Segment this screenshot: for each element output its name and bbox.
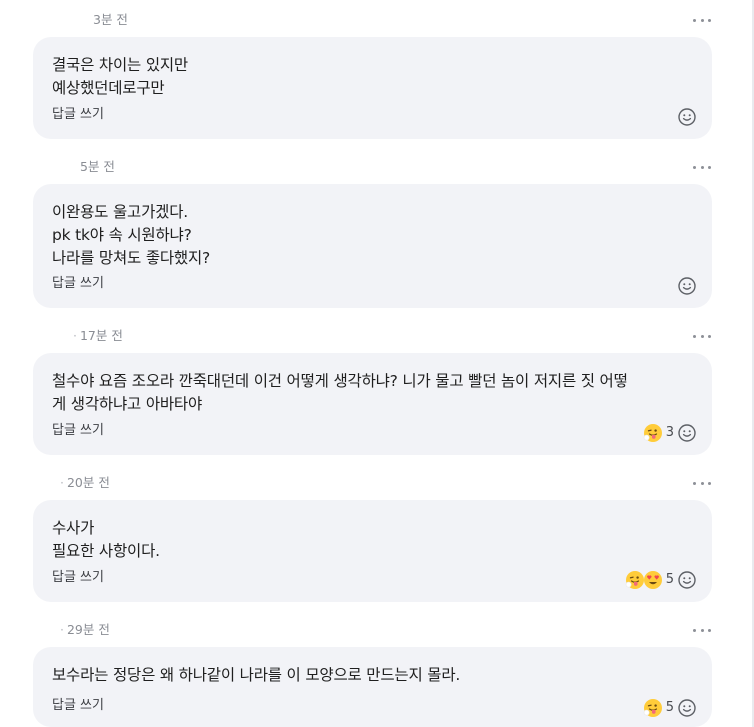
reactions xyxy=(676,275,697,297)
reactions: 5 xyxy=(625,569,697,591)
reply-button[interactable]: 답글 쓰기 xyxy=(52,569,104,587)
reactions: 3 xyxy=(643,422,697,444)
comment-item: 3분 전 결국은 차이는 있지만 예상했던데로구만 답글 쓰기 xyxy=(0,10,752,140)
tongue-face-emoji xyxy=(643,424,662,442)
comment-text: 철수야 요즘 조오라 깐죽대던데 이건 어떻게 생각하냐? 니가 물고 빨던 놈… xyxy=(52,372,628,413)
comment-time: · 29분 전 xyxy=(60,622,110,637)
add-reaction-smiley-icon[interactable] xyxy=(677,276,697,296)
comment-time: 5분 전 xyxy=(80,159,115,174)
comment-time: · 20분 전 xyxy=(60,475,110,490)
comment-bubble: 수사가 필요한 사항이다. 답글 쓰기 5 xyxy=(33,500,712,602)
comment-bubble: 이완용도 울고가겠다. pk tk야 속 시원하냐? 나라를 망쳐도 좋다했지?… xyxy=(33,184,712,308)
comment-text: 수사가 필요한 사항이다. xyxy=(52,519,160,560)
comment-item: · 29분 전 보수라는 정당은 왜 하나같이 나라를 이 모양으로 만드는지 몰… xyxy=(0,620,752,727)
add-reaction-smiley-icon[interactable] xyxy=(677,570,697,590)
reply-button[interactable]: 답글 쓰기 xyxy=(52,697,104,715)
reaction-count: 3 xyxy=(665,425,674,440)
comment-item: · 20분 전 수사가 필요한 사항이다. 답글 쓰기 5 xyxy=(0,473,752,603)
reactions xyxy=(676,106,697,128)
reactions: 5 xyxy=(643,697,697,719)
comment-text: 이완용도 울고가겠다. pk tk야 속 시원하냐? 나라를 망쳐도 좋다했지? xyxy=(52,203,211,267)
comment-text: 결국은 차이는 있지만 예상했던데로구만 xyxy=(52,56,188,97)
comment-time: · 17분 전 xyxy=(73,328,123,343)
reaction-count: 5 xyxy=(665,572,674,587)
add-reaction-smiley-icon[interactable] xyxy=(677,107,697,127)
more-options-icon[interactable] xyxy=(693,10,711,30)
heart-eyes-emoji xyxy=(643,571,662,589)
reply-button[interactable]: 답글 쓰기 xyxy=(52,275,104,293)
reply-button[interactable]: 답글 쓰기 xyxy=(52,422,104,440)
tongue-face-emoji xyxy=(643,699,662,717)
comment-time: 3분 전 xyxy=(93,12,128,27)
add-reaction-smiley-icon[interactable] xyxy=(677,698,697,718)
reaction-count: 5 xyxy=(665,700,674,715)
more-options-icon[interactable] xyxy=(693,157,711,177)
more-options-icon[interactable] xyxy=(693,326,711,346)
comment-item: · 17분 전 철수야 요즘 조오라 깐죽대던데 이건 어떻게 생각하냐? 니가 … xyxy=(0,326,752,456)
comment-bubble: 철수야 요즘 조오라 깐죽대던데 이건 어떻게 생각하냐? 니가 물고 빨던 놈… xyxy=(33,353,712,455)
comment-item: 5분 전 이완용도 울고가겠다. pk tk야 속 시원하냐? 나라를 망쳐도 … xyxy=(0,157,752,309)
add-reaction-smiley-icon[interactable] xyxy=(677,423,697,443)
more-options-icon[interactable] xyxy=(693,620,711,640)
comment-bubble: 보수라는 정당은 왜 하나같이 나라를 이 모양으로 만드는지 몰라. 답글 쓰… xyxy=(33,647,712,727)
comment-bubble: 결국은 차이는 있지만 예상했던데로구만 답글 쓰기 xyxy=(33,37,712,139)
more-options-icon[interactable] xyxy=(693,473,711,493)
comment-text: 보수라는 정당은 왜 하나같이 나라를 이 모양으로 만드는지 몰라. xyxy=(52,666,461,684)
tongue-face-emoji xyxy=(625,571,644,589)
reply-button[interactable]: 답글 쓰기 xyxy=(52,106,104,124)
